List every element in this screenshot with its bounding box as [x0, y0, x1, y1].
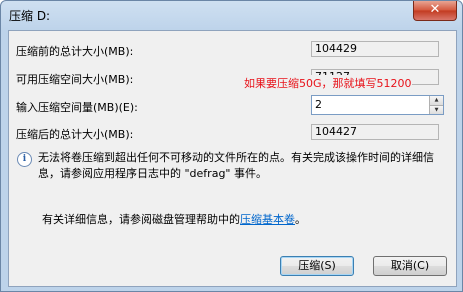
- help-prefix: 有关详细信息，请参阅磁盘管理帮助中的: [42, 213, 240, 226]
- spin-up-icon[interactable]: ▲: [429, 96, 443, 105]
- shrink-amount-label: 输入压缩空间量(MB)(E):: [16, 101, 138, 114]
- available-shrink-label: 可用压缩空间大小(MB):: [16, 73, 134, 86]
- help-suffix: 。: [295, 213, 306, 226]
- shrink-amount-stepper[interactable]: 2 ▲ ▼: [311, 95, 444, 115]
- total-size-before-value: 104429: [311, 41, 439, 57]
- spin-buttons: ▲ ▼: [429, 96, 443, 114]
- close-icon: ✕: [429, 2, 441, 17]
- shrink-amount-input[interactable]: 2: [315, 98, 322, 111]
- dialog-title: 压缩 D:: [9, 9, 51, 23]
- total-size-after-label: 压缩后的总计大小(MB):: [16, 128, 134, 141]
- cancel-button[interactable]: 取消(C): [373, 256, 447, 276]
- info-message: 无法将卷压缩到超出任何不可移动的文件所在的点。有关完成该操作时间的详细信息，请参…: [38, 151, 434, 180]
- dialog-body: 压缩前的总计大小(MB): 104429 可用压缩空间大小(MB): 71127…: [8, 30, 457, 287]
- help-line: 有关详细信息，请参阅磁盘管理帮助中的压缩基本卷。: [42, 211, 306, 227]
- spin-down-icon[interactable]: ▼: [429, 105, 443, 114]
- title-bar: 压缩 D: ✕: [1, 1, 462, 29]
- red-annotation: 如果要压缩50G，那就填写51200: [244, 75, 412, 91]
- shrink-dialog: 压缩 D: ✕ 压缩前的总计大小(MB): 104429 可用压缩空间大小(MB…: [0, 0, 463, 292]
- help-link[interactable]: 压缩基本卷: [240, 213, 295, 226]
- total-size-after-value: 104427: [311, 124, 439, 140]
- close-button[interactable]: ✕: [413, 1, 457, 21]
- info-icon: i: [17, 152, 32, 167]
- shrink-button[interactable]: 压缩(S): [280, 256, 354, 276]
- total-size-before-label: 压缩前的总计大小(MB):: [16, 45, 134, 58]
